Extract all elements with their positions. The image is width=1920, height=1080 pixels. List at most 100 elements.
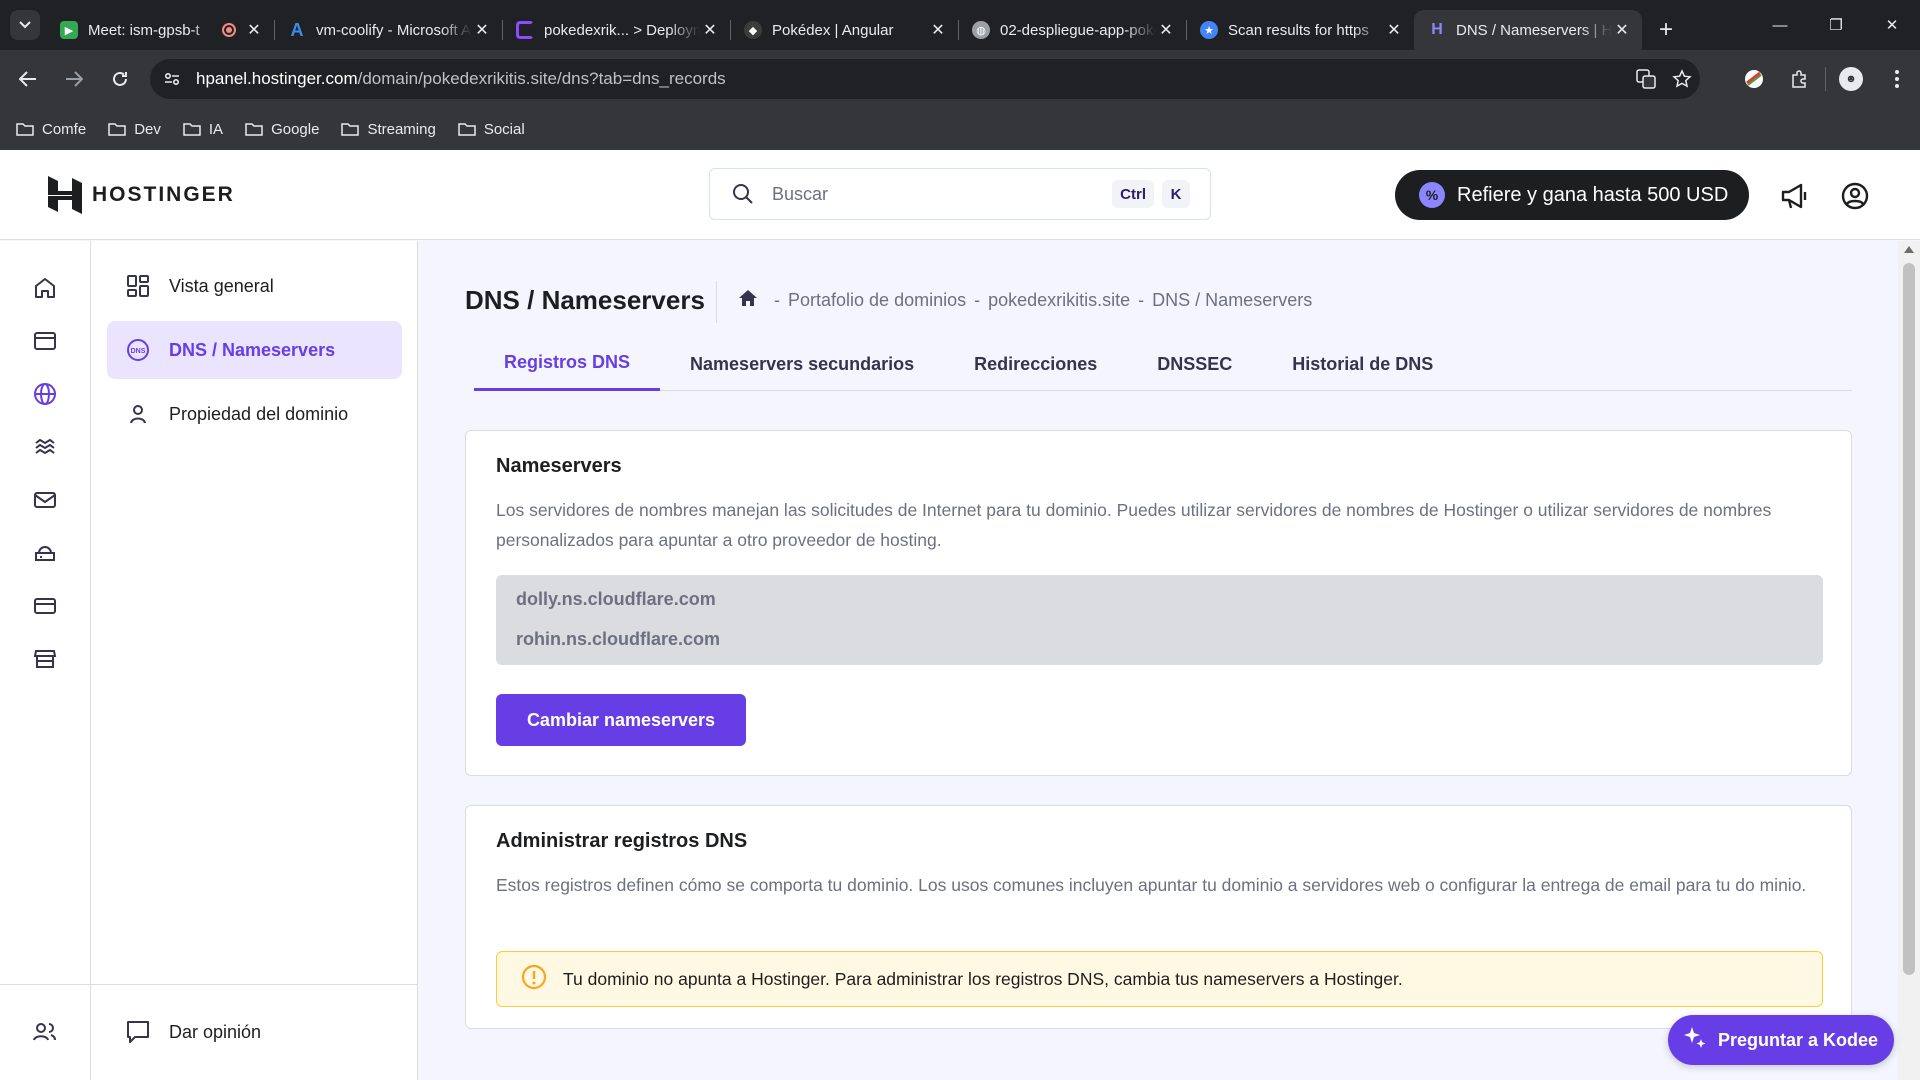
close-tab-icon[interactable]: ✕ bbox=[244, 20, 264, 40]
search-input[interactable]: Buscar Ctrl K bbox=[709, 168, 1211, 220]
bookmark-folder[interactable]: Comfe bbox=[16, 121, 86, 138]
tab-title: Meet: ism-gpsb-t bbox=[88, 21, 200, 39]
websites-nav-button[interactable] bbox=[28, 324, 62, 358]
browser-menu-icon[interactable] bbox=[1874, 70, 1920, 88]
close-tab-icon[interactable]: ✕ bbox=[1156, 20, 1176, 40]
close-tab-icon[interactable]: ✕ bbox=[472, 20, 492, 40]
dashboard-grid-icon bbox=[121, 269, 155, 303]
page-scrollbar[interactable] bbox=[1898, 241, 1920, 1080]
arrow-left-icon bbox=[19, 71, 36, 87]
tab-redirects[interactable]: Redirecciones bbox=[944, 337, 1127, 391]
warning-icon bbox=[521, 964, 547, 995]
close-window-icon[interactable]: ✕ bbox=[1864, 0, 1920, 50]
close-tab-icon[interactable]: ✕ bbox=[1612, 20, 1632, 40]
card-description: Los servidores de nombres manejan las so… bbox=[496, 500, 1772, 550]
extensions-puzzle-icon[interactable] bbox=[1777, 69, 1823, 89]
extension-icon[interactable] bbox=[1731, 68, 1777, 90]
person-icon bbox=[121, 397, 155, 431]
folder-icon bbox=[341, 123, 360, 136]
dns-globe-icon: DNS bbox=[121, 333, 155, 367]
browser-tab[interactable]: pokedexrik... > Deployments ✕ bbox=[502, 10, 730, 50]
email-nav-button[interactable] bbox=[28, 483, 62, 517]
tab-dns-history[interactable]: Historial de DNS bbox=[1262, 337, 1463, 391]
restore-icon[interactable]: ❐ bbox=[1808, 0, 1864, 50]
cloud-server-icon bbox=[35, 546, 55, 561]
billing-nav-button[interactable] bbox=[28, 589, 62, 623]
bookmark-label: Google bbox=[271, 120, 320, 138]
bookmarks-bar: Comfe Dev IA Google Streaming Social bbox=[0, 108, 1920, 150]
translate-icon[interactable] bbox=[1628, 69, 1664, 89]
ask-kodee-button[interactable]: Preguntar a Kodee bbox=[1668, 1015, 1894, 1065]
breadcrumb-current: DNS / Nameservers bbox=[1152, 290, 1313, 310]
url-path: /domain/pokedexrikitis.site/dns?tab=dns_… bbox=[357, 69, 726, 88]
address-bar[interactable]: hpanel.hostinger.com/domain/pokedexrikit… bbox=[150, 59, 1700, 99]
change-nameservers-button[interactable]: Cambiar nameservers bbox=[496, 694, 746, 746]
rail-footer bbox=[0, 984, 91, 1080]
browser-tab[interactable]: ◍ 02-despliegue-app-pokedex ✕ bbox=[958, 10, 1186, 50]
sidebar-item-overview[interactable]: Vista general bbox=[107, 257, 402, 315]
back-button[interactable] bbox=[10, 61, 46, 97]
close-tab-icon[interactable]: ✕ bbox=[700, 20, 720, 40]
google-meet-icon: ▶ bbox=[60, 21, 78, 39]
reload-button[interactable] bbox=[102, 61, 138, 97]
mail-icon bbox=[34, 492, 56, 508]
forward-button[interactable] bbox=[56, 61, 92, 97]
browser-tab[interactable]: ◆ Pokédex | Angular ✕ bbox=[730, 10, 958, 50]
bookmark-folder[interactable]: Streaming bbox=[341, 121, 436, 138]
referral-button[interactable]: % Refiere y gana hasta 500 USD bbox=[1395, 170, 1749, 220]
bookmark-folder[interactable]: IA bbox=[183, 121, 223, 138]
announcements-button[interactable] bbox=[1779, 180, 1811, 212]
home-breadcrumb-icon[interactable] bbox=[738, 289, 758, 312]
hostinger-icon: H bbox=[1431, 21, 1443, 38]
new-tab-button[interactable]: + bbox=[1646, 16, 1686, 44]
app-header: HOSTINGER Buscar Ctrl K % Refiere y gana… bbox=[0, 150, 1920, 240]
breadcrumb-domain[interactable]: pokedexrikitis.site bbox=[988, 290, 1130, 311]
sidebar-item-domain-ownership[interactable]: Propiedad del dominio bbox=[107, 385, 402, 443]
browser-tab[interactable]: ▶ Meet: ism-gpsb-t ✕ bbox=[46, 10, 274, 50]
account-button[interactable] bbox=[1839, 180, 1871, 212]
tab-search-button[interactable] bbox=[10, 10, 40, 40]
team-nav-button[interactable] bbox=[28, 1015, 62, 1049]
globe-icon: ◍ bbox=[972, 21, 990, 39]
scan-icon: ★ bbox=[1200, 21, 1218, 39]
browser-tab[interactable]: ★ Scan results for https ✕ bbox=[1186, 10, 1414, 50]
close-tab-icon[interactable]: ✕ bbox=[928, 20, 948, 40]
scroll-up-arrow-icon[interactable] bbox=[1904, 246, 1914, 253]
profile-avatar[interactable]: ☻ bbox=[1828, 67, 1874, 91]
svg-text:DNS: DNS bbox=[131, 348, 146, 355]
browser-tab[interactable]: A vm-coolify - Microsoft Azure ✕ bbox=[274, 10, 502, 50]
bookmark-folder[interactable]: Google bbox=[245, 121, 319, 138]
sidebar-item-label: DNS / Nameservers bbox=[169, 339, 336, 360]
search-placeholder: Buscar bbox=[772, 183, 829, 204]
browser-tab-active[interactable]: H DNS / Nameservers | Hostinger ✕ bbox=[1414, 10, 1642, 50]
scrollbar-thumb[interactable] bbox=[1903, 263, 1915, 975]
tab-dnssec[interactable]: DNSSEC bbox=[1127, 337, 1262, 391]
nameserver-value: dolly.ns.cloudflare.com bbox=[516, 589, 716, 609]
users-icon bbox=[33, 1023, 56, 1041]
close-tab-icon[interactable]: ✕ bbox=[1384, 20, 1404, 40]
shortcut-ctrl-key: Ctrl bbox=[1112, 180, 1154, 208]
domains-nav-button[interactable] bbox=[28, 377, 62, 411]
avatar-icon: ☻ bbox=[1839, 67, 1863, 91]
tab-title: pokedexrik... > Deployments bbox=[544, 21, 700, 39]
minimize-icon[interactable]: — bbox=[1752, 0, 1808, 50]
bookmark-folder[interactable]: Dev bbox=[108, 121, 161, 138]
bookmark-star-icon[interactable] bbox=[1664, 69, 1700, 89]
tab-secondary-nameservers[interactable]: Nameservers secundarios bbox=[660, 337, 944, 391]
bookmark-folder[interactable]: Social bbox=[458, 121, 525, 138]
layers-icon bbox=[35, 438, 55, 455]
breadcrumb-domain-portfolio[interactable]: Portafolio de dominios bbox=[788, 290, 966, 311]
feedback-button[interactable]: Dar opinión bbox=[107, 1003, 402, 1061]
home-nav-button[interactable] bbox=[28, 271, 62, 305]
folder-icon bbox=[16, 123, 34, 136]
hostinger-logo[interactable]: HOSTINGER bbox=[48, 176, 235, 214]
vps-nav-button[interactable] bbox=[28, 536, 62, 570]
toolbar-divider bbox=[1825, 67, 1826, 91]
sidebar-item-dns[interactable]: DNS DNS / Nameservers bbox=[107, 321, 402, 379]
hosting-nav-button[interactable] bbox=[28, 430, 62, 464]
tab-dns-records[interactable]: Registros DNS bbox=[474, 337, 661, 391]
marketplace-nav-button[interactable] bbox=[28, 642, 62, 676]
recording-icon bbox=[222, 23, 236, 37]
site-settings-icon[interactable] bbox=[158, 65, 186, 93]
page-title: DNS / Nameservers bbox=[465, 285, 705, 315]
